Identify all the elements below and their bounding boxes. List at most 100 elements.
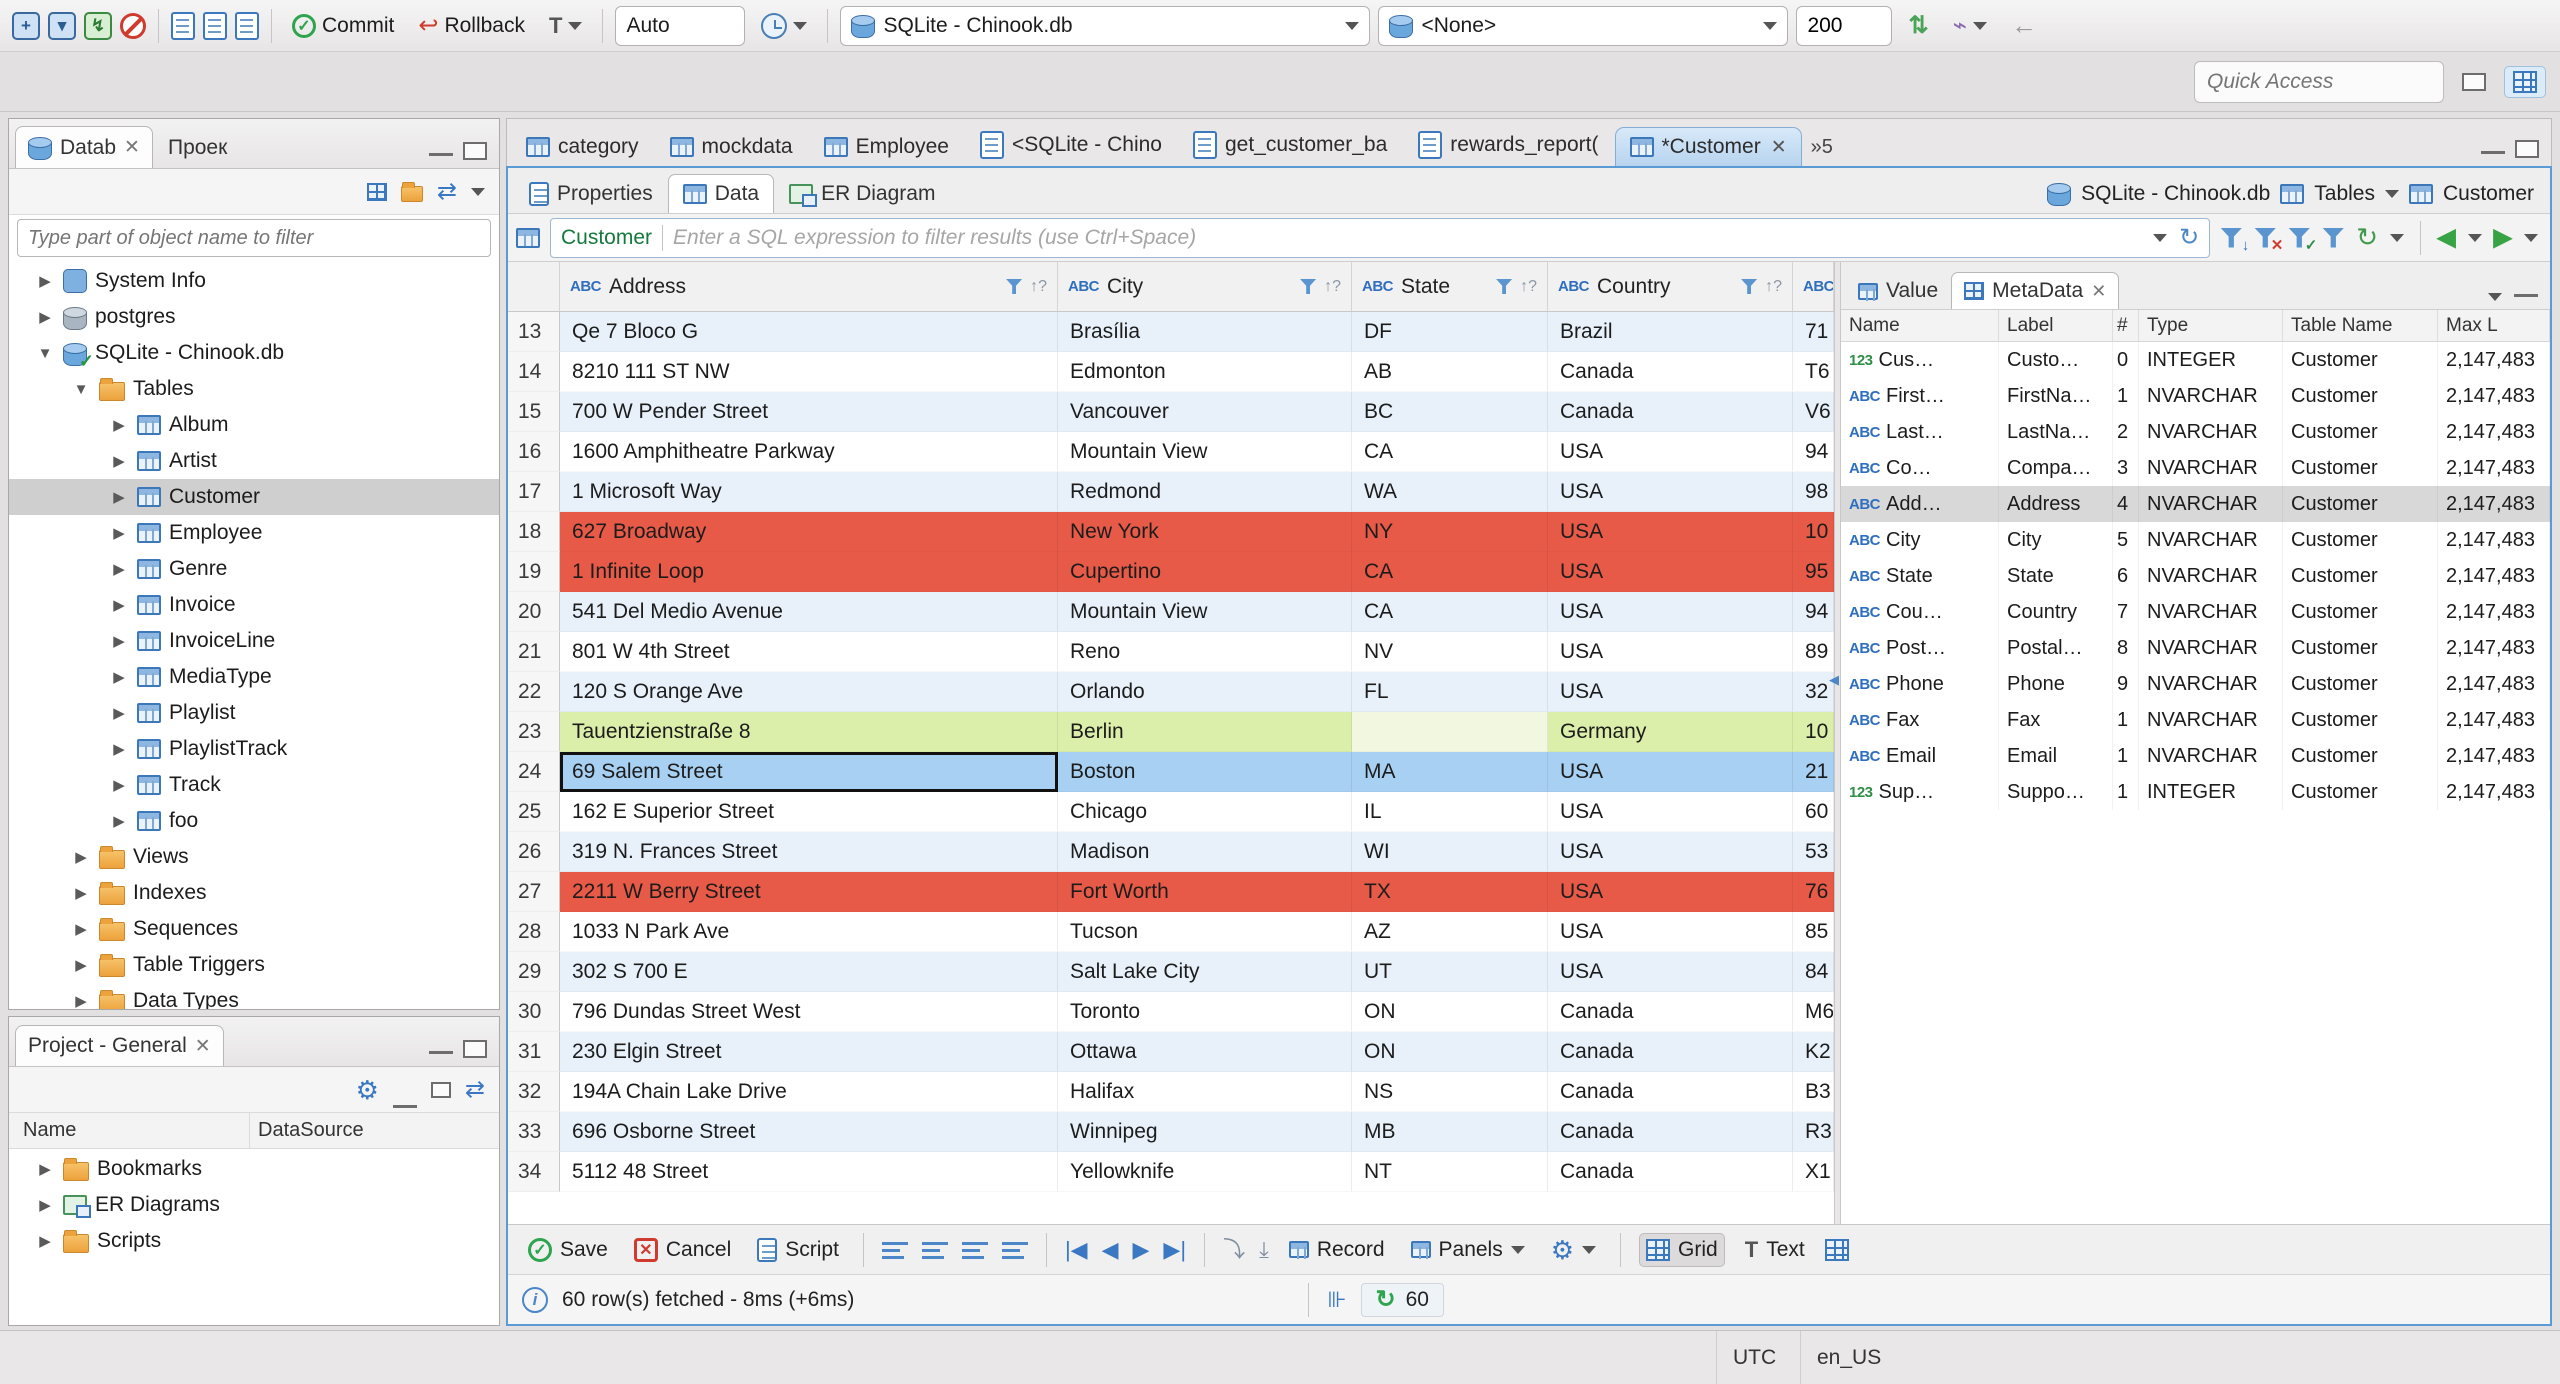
meta-cell-name[interactable]: 123 Cus…: [1841, 342, 1999, 378]
cell-city[interactable]: Chicago: [1058, 792, 1352, 832]
expander-icon[interactable]: [71, 992, 91, 1009]
minimize-panel-icon[interactable]: [2514, 292, 2538, 297]
meta-cell-type[interactable]: NVARCHAR: [2139, 450, 2283, 486]
meta-cell-type[interactable]: NVARCHAR: [2139, 702, 2283, 738]
close-tab-icon[interactable]: ✕: [1771, 136, 1787, 159]
meta-cell-max[interactable]: 2,147,483: [2438, 738, 2550, 774]
cell-country[interactable]: Canada: [1548, 992, 1793, 1032]
cell-country[interactable]: USA: [1548, 632, 1793, 672]
meta-cell-ordinal[interactable]: 7: [2113, 594, 2139, 630]
meta-cell-max[interactable]: 2,147,483: [2438, 450, 2550, 486]
panel-splitter[interactable]: [1829, 262, 1841, 1224]
cell-country[interactable]: Brazil: [1548, 312, 1793, 352]
metadata-row[interactable]: ABC First… FirstNa… 1 NVARCHAR Customer …: [1841, 378, 2550, 414]
cell-postal[interactable]: B3: [1793, 1072, 1834, 1112]
meta-cell-table[interactable]: Customer: [2283, 630, 2438, 666]
filter-remove-icon[interactable]: ✕: [2254, 227, 2283, 254]
meta-cell-name[interactable]: ABC Cou…: [1841, 594, 1999, 630]
column-header-postal[interactable]: ABC: [1793, 262, 1834, 311]
cell-city[interactable]: Ottawa: [1058, 1032, 1352, 1072]
cell-state[interactable]: TX: [1352, 872, 1548, 912]
cell-country[interactable]: USA: [1548, 752, 1793, 792]
expander-icon[interactable]: [71, 848, 91, 866]
cell-state[interactable]: WI: [1352, 832, 1548, 872]
tree-item[interactable]: Invoice: [9, 587, 499, 623]
cell-state[interactable]: NY: [1352, 512, 1548, 552]
connect-icon[interactable]: ↯: [84, 11, 112, 40]
meta-cell-ordinal[interactable]: 1: [2113, 702, 2139, 738]
refresh-timer-button[interactable]: [753, 9, 815, 43]
settings-button[interactable]: ⚙: [1545, 1233, 1602, 1267]
previous-menu-icon[interactable]: [2467, 233, 2482, 242]
meta-cell-name[interactable]: ABC Fax: [1841, 702, 1999, 738]
table-row[interactable]: 20 541 Del Medio Avenue Mountain View CA…: [508, 592, 1834, 632]
cell-city[interactable]: Tucson: [1058, 912, 1352, 952]
metadata-row[interactable]: 123 Cus… Custo… 0 INTEGER Customer 2,147…: [1841, 342, 2550, 378]
tree-item[interactable]: MediaType: [9, 659, 499, 695]
cell-state[interactable]: MA: [1352, 752, 1548, 792]
cell-postal[interactable]: R3: [1793, 1112, 1834, 1152]
cell-country[interactable]: USA: [1548, 512, 1793, 552]
new-sql-editor-icon[interactable]: [203, 11, 227, 40]
cell-country[interactable]: USA: [1548, 872, 1793, 912]
cell-country[interactable]: Canada: [1548, 352, 1793, 392]
expander-icon[interactable]: [109, 560, 129, 578]
meta-cell-table[interactable]: Customer: [2283, 414, 2438, 450]
row-number-cell[interactable]: 28: [508, 912, 560, 952]
meta-cell-name[interactable]: ABC Phone: [1841, 666, 1999, 702]
filter-history-icon[interactable]: [2153, 233, 2168, 242]
meta-cell-ordinal[interactable]: 4: [2113, 486, 2139, 522]
cell-postal[interactable]: 21: [1793, 752, 1834, 792]
minimize-editor-icon[interactable]: [2481, 149, 2505, 154]
meta-cell-name[interactable]: ABC Post…: [1841, 630, 1999, 666]
row-number-cell[interactable]: 34: [508, 1152, 560, 1192]
tree-item[interactable]: Sequences: [9, 911, 499, 947]
cell-state[interactable]: MB: [1352, 1112, 1548, 1152]
tab-er-diagram[interactable]: ER Diagram: [774, 174, 950, 213]
cell-postal[interactable]: 84: [1793, 952, 1834, 992]
expander-icon[interactable]: [35, 345, 55, 362]
metadata-row[interactable]: ABC Add… Address 4 NVARCHAR Customer 2,1…: [1841, 486, 2550, 522]
tree-item[interactable]: foo: [9, 803, 499, 839]
close-icon[interactable]: ✕: [195, 1035, 211, 1058]
cell-postal[interactable]: M6: [1793, 992, 1834, 1032]
cell-city[interactable]: Cupertino: [1058, 552, 1352, 592]
table-row[interactable]: 31 230 Elgin Street Ottawa ON Canada K2: [508, 1032, 1834, 1072]
cell-country[interactable]: USA: [1548, 952, 1793, 992]
cell-address[interactable]: 230 Elgin Street: [560, 1032, 1058, 1072]
tree-item[interactable]: Indexes: [9, 875, 499, 911]
collapse-icon[interactable]: [392, 1103, 417, 1108]
cell-country[interactable]: Canada: [1548, 1032, 1793, 1072]
tree-item[interactable]: postgres: [9, 299, 499, 335]
view-menu-icon[interactable]: [471, 187, 485, 196]
row-number-cell[interactable]: 22: [508, 672, 560, 712]
minimize-panel-icon[interactable]: [429, 151, 453, 156]
cell-state[interactable]: FL: [1352, 672, 1548, 712]
meta-cell-max[interactable]: 2,147,483: [2438, 630, 2550, 666]
editor-tab[interactable]: <SQLite - Chino ✕: [965, 123, 1177, 166]
metadata-row[interactable]: ABC Co… Compa… 3 NVARCHAR Customer 2,147…: [1841, 450, 2550, 486]
cell-city[interactable]: Fort Worth: [1058, 872, 1352, 912]
edit-row-delete-icon[interactable]: [961, 1239, 988, 1260]
cell-address[interactable]: 541 Del Medio Avenue: [560, 592, 1058, 632]
table-row[interactable]: 33 696 Osborne Street Winnipeg MB Canada…: [508, 1112, 1834, 1152]
meta-cell-type[interactable]: NVARCHAR: [2139, 594, 2283, 630]
cell-city[interactable]: New York: [1058, 512, 1352, 552]
meta-col-name[interactable]: Name: [1841, 310, 1999, 341]
meta-cell-name[interactable]: 123 Sup…: [1841, 774, 1999, 810]
cell-state[interactable]: CA: [1352, 432, 1548, 472]
metadata-row[interactable]: 123 Sup… Suppo… 1 INTEGER Customer 2,147…: [1841, 774, 2550, 810]
table-row[interactable]: 28 1033 N Park Ave Tucson AZ USA 85: [508, 912, 1834, 952]
cell-country[interactable]: USA: [1548, 592, 1793, 632]
meta-cell-ordinal[interactable]: 8: [2113, 630, 2139, 666]
editor-tab[interactable]: mockdata ✕: [655, 127, 808, 166]
pin-icon[interactable]: ⊪: [1327, 1288, 1346, 1311]
row-number-cell[interactable]: 19: [508, 552, 560, 592]
row-number-cell[interactable]: 27: [508, 872, 560, 912]
chevron-down-icon[interactable]: [2384, 189, 2399, 198]
meta-cell-ordinal[interactable]: 0: [2113, 342, 2139, 378]
cell-postal[interactable]: K2: [1793, 1032, 1834, 1072]
editor-tab[interactable]: category ✕: [511, 127, 654, 166]
filter-edit-icon[interactable]: [2322, 227, 2345, 248]
column-filter-icon[interactable]: [1006, 279, 1023, 294]
